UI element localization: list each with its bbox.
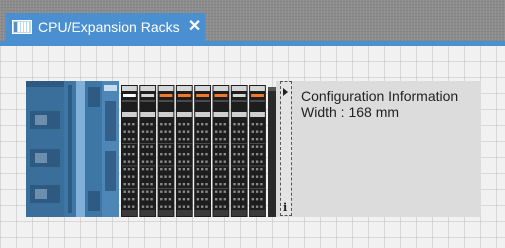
cpu-rack-graphic[interactable] [26,81,276,217]
editor-window: CPU/Expansion Racks ✕ i Configuration In… [0,0,505,248]
io-unit[interactable] [212,85,230,217]
cpu-unit[interactable] [64,81,102,217]
io-unit[interactable] [249,85,266,217]
configuration-info-text: Configuration Information Width : 168 mm [301,88,458,120]
io-unit[interactable] [175,85,193,217]
rack-icon [12,19,32,35]
io-unit[interactable] [230,85,248,217]
io-unit[interactable] [157,85,175,217]
power-supply-unit[interactable] [26,81,64,217]
expand-arrow-icon [283,88,288,96]
communication-unit[interactable] [102,81,119,217]
io-unit[interactable] [139,85,157,217]
close-icon[interactable]: ✕ [188,19,202,35]
io-unit[interactable] [121,85,138,217]
end-cover [268,87,276,217]
io-unit[interactable] [194,85,211,217]
rack-width-text: Width : 168 mm [301,104,400,120]
configuration-info-panel: i Configuration Information Width : 168 … [276,81,481,217]
config-info-title: Configuration Information [301,88,459,104]
expand-info-button[interactable]: i [280,81,292,216]
info-icon: i [283,201,288,214]
tab-title: CPU/Expansion Racks [38,19,180,35]
tab-cpu-expansion-racks[interactable]: CPU/Expansion Racks ✕ [6,13,205,41]
tab-bar: CPU/Expansion Racks ✕ [0,0,505,41]
